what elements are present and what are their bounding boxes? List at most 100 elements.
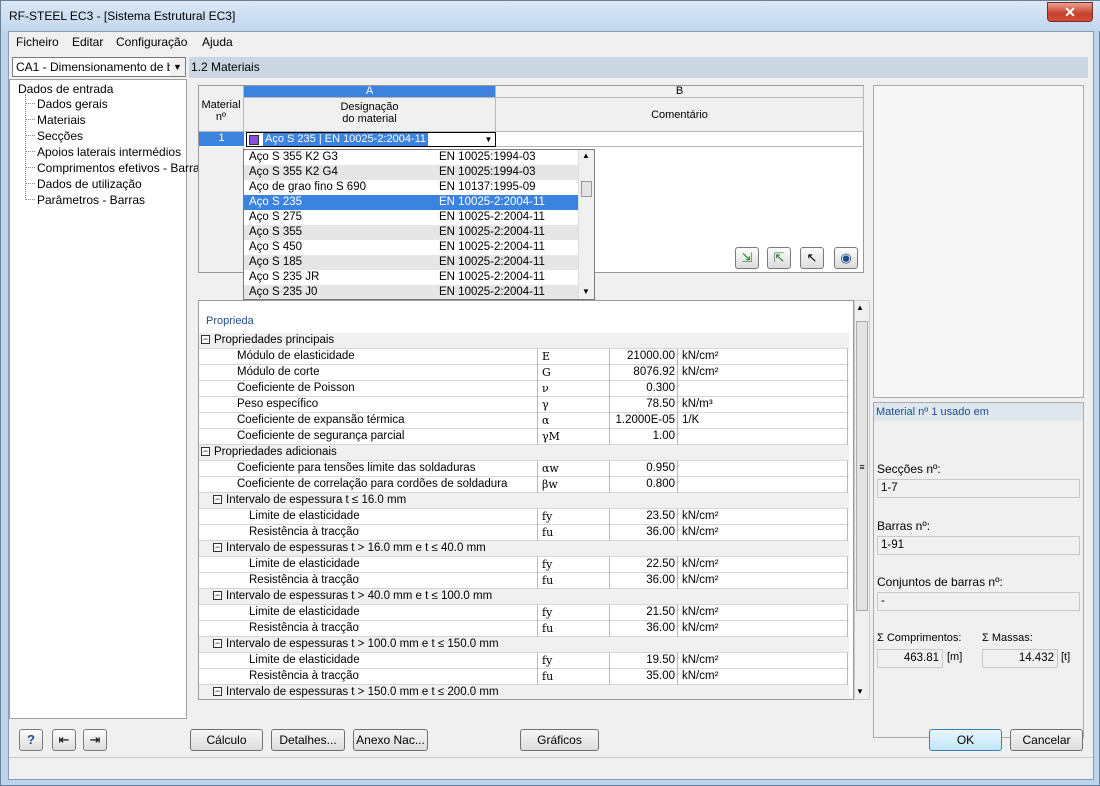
dropdown-option[interactable]: Aço S 355 EN 10025-2:2004-11	[244, 225, 579, 240]
property-value[interactable]: 19.50	[611, 654, 675, 666]
row-number[interactable]: 1	[199, 132, 244, 146]
next-window-button[interactable]: ⇥	[83, 729, 107, 751]
scroll-thumb[interactable]: ≡	[856, 321, 868, 611]
property-value[interactable]: 36.00	[611, 622, 675, 634]
cancel-button[interactable]: Cancelar	[1010, 729, 1083, 751]
property-value[interactable]: 21000.00	[611, 350, 675, 362]
dropdown-option[interactable]: Aço S 355 K2 G3 EN 10025:1994-03	[244, 150, 579, 165]
property-row[interactable]: Limite de elasticidade fy 19.50 kN/cm²	[199, 653, 849, 669]
property-row[interactable]: Resistência à tracção fu 35.00 kN/cm²	[199, 669, 849, 685]
property-row[interactable]: Resistência à tracção fu 36.00 kN/cm²	[199, 573, 849, 589]
property-value[interactable]: 78.50	[611, 398, 675, 410]
dropdown-scroll-thumb[interactable]	[581, 181, 592, 197]
property-row[interactable]: Limite de elasticidade fy 21.50 kN/cm²	[199, 605, 849, 621]
dropdown-option[interactable]: Aço S 235 JR EN 10025-2:2004-11	[244, 270, 579, 285]
pick-material-button[interactable]: ↖	[800, 247, 824, 269]
property-row[interactable]: Coeficiente de correlação para cordões d…	[199, 477, 849, 493]
property-value[interactable]: 35.00	[611, 670, 675, 682]
tree-item-member-params[interactable]: Parâmetros - Barras	[37, 193, 145, 207]
menu-configuracao[interactable]: Configuração	[116, 35, 187, 49]
collapse-icon[interactable]: −	[201, 447, 210, 456]
scroll-up-icon[interactable]: ▲	[856, 303, 864, 312]
graphics-button[interactable]: Gráficos	[520, 729, 599, 751]
property-row[interactable]: Coeficiente de Poisson ν 0.300	[199, 381, 849, 397]
ok-button[interactable]: OK	[929, 729, 1002, 751]
dropdown-option[interactable]: Aço de grao fino S 690 EN 10137:1995-09	[244, 180, 579, 195]
dropdown-option[interactable]: Aço S 185 EN 10025-2:2004-11	[244, 255, 579, 270]
close-button[interactable]: ✕	[1047, 2, 1093, 22]
property-value[interactable]: 0.300	[611, 382, 675, 394]
menu-editar[interactable]: Editar	[72, 35, 103, 49]
menu-ajuda[interactable]: Ajuda	[202, 35, 233, 49]
collapse-icon[interactable]: −	[201, 335, 210, 344]
collapse-icon[interactable]: −	[213, 591, 222, 600]
property-value[interactable]: 21.50	[611, 606, 675, 618]
import-excel-button[interactable]: ⇲	[735, 247, 759, 269]
calculation-button[interactable]: Cálculo	[190, 729, 263, 751]
property-row[interactable]: Limite de elasticidade fy 23.50 kN/cm²	[199, 509, 849, 525]
property-value[interactable]: 23.50	[611, 510, 675, 522]
dropdown-option-norm: EN 10025:1994-03	[439, 151, 536, 163]
property-value[interactable]: 0.950	[611, 462, 675, 474]
property-value[interactable]: 36.00	[611, 526, 675, 538]
property-value[interactable]: 22.50	[611, 558, 675, 570]
scroll-up-icon[interactable]: ▲	[582, 151, 590, 160]
prev-window-button[interactable]: ⇤	[52, 729, 76, 751]
property-row[interactable]: Coeficiente de segurança parcial γM 1.00	[199, 429, 849, 445]
details-button[interactable]: Detalhes...	[271, 729, 345, 751]
property-unit: kN/m³	[682, 398, 713, 410]
property-row[interactable]: Módulo de elasticidade E 21000.00 kN/cm²	[199, 349, 849, 365]
property-value[interactable]: 0.800	[611, 478, 675, 490]
menu-ficheiro[interactable]: Ficheiro	[16, 35, 59, 49]
help-button[interactable]: ?	[19, 729, 43, 751]
tree-item-serviceability[interactable]: Dados de utilização	[37, 177, 142, 191]
property-group[interactable]: − Intervalo de espessuras t > 16.0 mm e t…	[199, 541, 849, 557]
tree-item-sections[interactable]: Secções	[37, 129, 83, 143]
property-row[interactable]: Peso específico γ 78.50 kN/m³	[199, 397, 849, 413]
dropdown-option[interactable]: Aço S 275 EN 10025-2:2004-11	[244, 210, 579, 225]
dropdown-option[interactable]: Aço S 355 K2 G4 EN 10025:1994-03	[244, 165, 579, 180]
property-group[interactable]: − Intervalo de espessuras t > 100.0 mm e …	[199, 637, 849, 653]
scroll-down-icon[interactable]: ▼	[856, 687, 864, 696]
properties-scrollbar[interactable]: ▲ ≡ ▼	[854, 300, 870, 700]
case-select[interactable]: CA1 - Dimensionamento de barr ▼	[12, 57, 186, 77]
property-row[interactable]: Resistência à tracção fu 36.00 kN/cm²	[199, 525, 849, 541]
chevron-down-icon[interactable]: ▼	[170, 58, 185, 76]
property-group[interactable]: − Propriedades principais	[199, 333, 849, 349]
tree-root-input-data[interactable]: Dados de entrada	[18, 82, 113, 96]
tree-item-materials[interactable]: Materiais	[37, 113, 86, 127]
column-a-letter[interactable]: A	[244, 86, 496, 98]
property-group[interactable]: − Propriedades adicionais	[199, 445, 849, 461]
collapse-icon[interactable]: −	[213, 495, 222, 504]
national-annex-button[interactable]: Anexo Nac...	[353, 729, 428, 751]
property-row[interactable]: Coeficiente de expansão térmica α 1.2000E-…	[199, 413, 849, 429]
property-group[interactable]: − Intervalo de espessuras t > 40.0 mm e t…	[199, 589, 849, 605]
column-b-letter[interactable]: B	[496, 86, 864, 98]
tree-item-effective-lengths[interactable]: Comprimentos efetivos - Barras	[37, 161, 206, 175]
property-value[interactable]: 8076.92	[611, 366, 675, 378]
dropdown-option[interactable]: Aço S 235 EN 10025-2:2004-11	[244, 195, 579, 210]
view-button[interactable]: ◉	[834, 247, 858, 269]
property-row[interactable]: Módulo de corte G 8076.92 kN/cm²	[199, 365, 849, 381]
property-value[interactable]: 1.2000E-05	[611, 414, 675, 426]
property-row[interactable]: Resistência à tracção fu 36.00 kN/cm²	[199, 621, 849, 637]
property-group[interactable]: − Intervalo de espessuras t > 150.0 mm e …	[199, 685, 849, 699]
tree-item-general-data[interactable]: Dados gerais	[37, 97, 108, 111]
comment-cell[interactable]	[496, 132, 864, 147]
dropdown-option[interactable]: Aço S 450 EN 10025-2:2004-11	[244, 240, 579, 255]
dropdown-scrollbar[interactable]: ▲ ▼	[578, 150, 594, 299]
tree-item-lateral-supports[interactable]: Apoios laterais intermédios	[37, 145, 181, 159]
collapse-icon[interactable]: −	[213, 543, 222, 552]
property-value[interactable]: 36.00	[611, 574, 675, 586]
property-group[interactable]: − Intervalo de espessura t ≤ 16.0 mm	[199, 493, 849, 509]
property-row[interactable]: Coeficiente para tensões limite das sold…	[199, 461, 849, 477]
dropdown-option[interactable]: Aço S 235 J0 EN 10025-2:2004-11	[244, 285, 579, 299]
export-excel-button[interactable]: ⇱	[767, 247, 791, 269]
scroll-down-icon[interactable]: ▼	[582, 287, 590, 296]
property-value[interactable]: 1.00	[611, 430, 675, 442]
chevron-down-icon[interactable]: ▼	[483, 133, 494, 146]
collapse-icon[interactable]: −	[213, 639, 222, 648]
material-select[interactable]: Aço S 235 | EN 10025-2:2004-11 ▼	[246, 132, 496, 147]
property-row[interactable]: Limite de elasticidade fy 22.50 kN/cm²	[199, 557, 849, 573]
collapse-icon[interactable]: −	[213, 687, 222, 696]
